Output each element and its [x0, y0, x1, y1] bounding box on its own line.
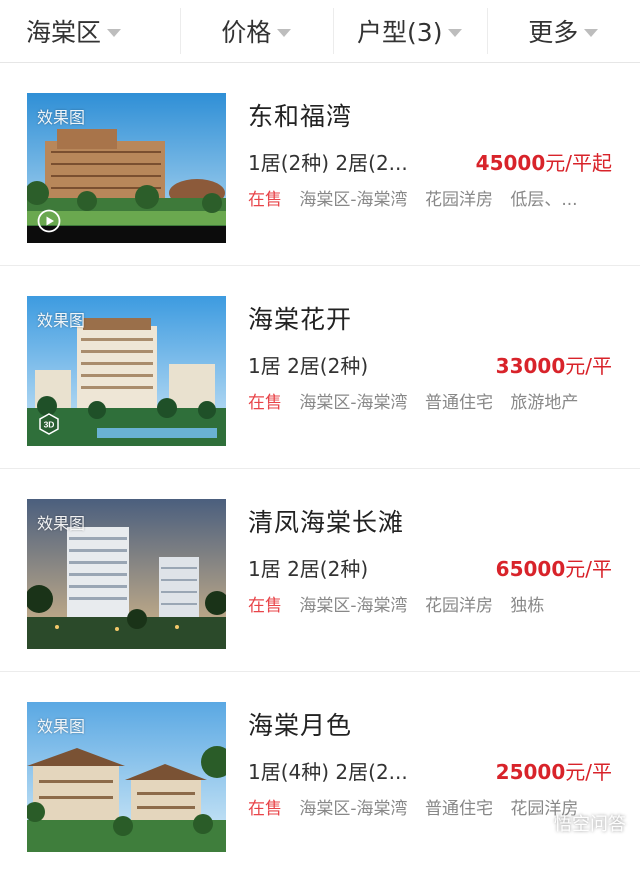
listing-name: 海棠月色	[248, 706, 352, 742]
speech-bubble-icon	[530, 813, 550, 833]
listing-price: 25000元/平	[496, 756, 612, 785]
caret-down-icon	[584, 29, 598, 37]
tag: 海棠区-海棠湾	[299, 393, 407, 413]
listing-thumbnail[interactable]: 效果图 3D	[27, 296, 226, 446]
price-value: 45000	[476, 151, 546, 175]
listing-item[interactable]: 效果图 东和福湾 1居(2种) 2居(2... 45000元/平起 在售 海棠区…	[0, 63, 640, 266]
price-unit: 元/平	[565, 760, 612, 784]
tag: 旅游地产	[510, 393, 578, 413]
listing-tags: 在售 海棠区-海棠湾 花园洋房 独栋	[248, 591, 556, 616]
tag: 花园洋房	[425, 190, 493, 210]
caret-down-icon	[107, 29, 121, 37]
filter-price[interactable]: 价格	[180, 0, 334, 62]
caret-down-icon	[277, 29, 291, 37]
thumb-label: 效果图	[37, 307, 85, 331]
listing-layout: 1居(4种) 2居(2...	[248, 756, 408, 785]
status-badge: 在售	[248, 190, 282, 210]
listing-item[interactable]: 效果图 清凤海棠长滩 1居 2居(2种) 65000元/平 在售 海棠区-海棠湾…	[0, 469, 640, 672]
filter-more-label: 更多	[528, 13, 578, 49]
price-unit: 元/平	[565, 354, 612, 378]
tag: 普通住宅	[425, 799, 493, 819]
tag: 海棠区-海棠湾	[299, 190, 407, 210]
filter-bar: 海棠区 价格 户型(3) 更多	[0, 0, 640, 63]
filter-district-label: 海棠区	[26, 13, 101, 49]
price-value: 25000	[496, 760, 566, 784]
listing-name: 海棠花开	[248, 300, 352, 336]
tag: 独栋	[510, 596, 544, 616]
thumb-label: 效果图	[37, 713, 85, 737]
listing-item[interactable]: 效果图 3D 海棠花开 1居 2居(2种) 33000元/平 在售 海棠区-海棠…	[0, 266, 640, 469]
tag: 低层、...	[510, 190, 577, 210]
listing-layout: 1居(2种) 2居(2...	[248, 147, 408, 176]
listing-price: 33000元/平	[496, 350, 612, 379]
filter-district[interactable]: 海棠区	[0, 0, 180, 62]
listing-layout: 1居 2居(2种)	[248, 553, 368, 582]
3d-view-icon[interactable]: 3D	[37, 412, 61, 436]
tag: 海棠区-海棠湾	[299, 799, 407, 819]
tag: 普通住宅	[425, 393, 493, 413]
listing-thumbnail[interactable]: 效果图	[27, 702, 226, 852]
listing-thumbnail[interactable]: 效果图	[27, 499, 226, 649]
price-value: 33000	[496, 354, 566, 378]
listing-list: 效果图 东和福湾 1居(2种) 2居(2... 45000元/平起 在售 海棠区…	[0, 63, 640, 874]
caret-down-icon	[448, 29, 462, 37]
status-badge: 在售	[248, 393, 282, 413]
price-value: 65000	[496, 557, 566, 581]
tag: 海棠区-海棠湾	[299, 596, 407, 616]
price-unit: 元/平起	[545, 151, 612, 175]
svg-text:3D: 3D	[44, 420, 55, 430]
watermark: 悟空问答	[530, 810, 626, 836]
watermark-text: 悟空问答	[554, 810, 626, 836]
listing-name: 东和福湾	[248, 97, 352, 133]
thumb-label: 效果图	[37, 104, 85, 128]
status-badge: 在售	[248, 799, 282, 819]
tag: 花园洋房	[425, 596, 493, 616]
listing-layout: 1居 2居(2种)	[248, 350, 368, 379]
listing-tags: 在售 海棠区-海棠湾 普通住宅 旅游地产	[248, 388, 590, 413]
status-badge: 在售	[248, 596, 282, 616]
listing-price: 65000元/平	[496, 553, 612, 582]
listing-name: 清凤海棠长滩	[248, 503, 404, 539]
thumb-label: 效果图	[37, 510, 85, 534]
filter-price-label: 价格	[221, 13, 271, 49]
listing-price: 45000元/平起	[476, 147, 612, 176]
listing-tags: 在售 海棠区-海棠湾 花园洋房 低层、...	[248, 185, 590, 210]
play-icon[interactable]	[37, 209, 61, 233]
listing-thumbnail[interactable]: 效果图	[27, 93, 226, 243]
price-unit: 元/平	[565, 557, 612, 581]
filter-more[interactable]: 更多	[487, 0, 640, 62]
filter-layout-label: 户型(3)	[357, 13, 442, 49]
filter-layout[interactable]: 户型(3)	[333, 0, 487, 62]
